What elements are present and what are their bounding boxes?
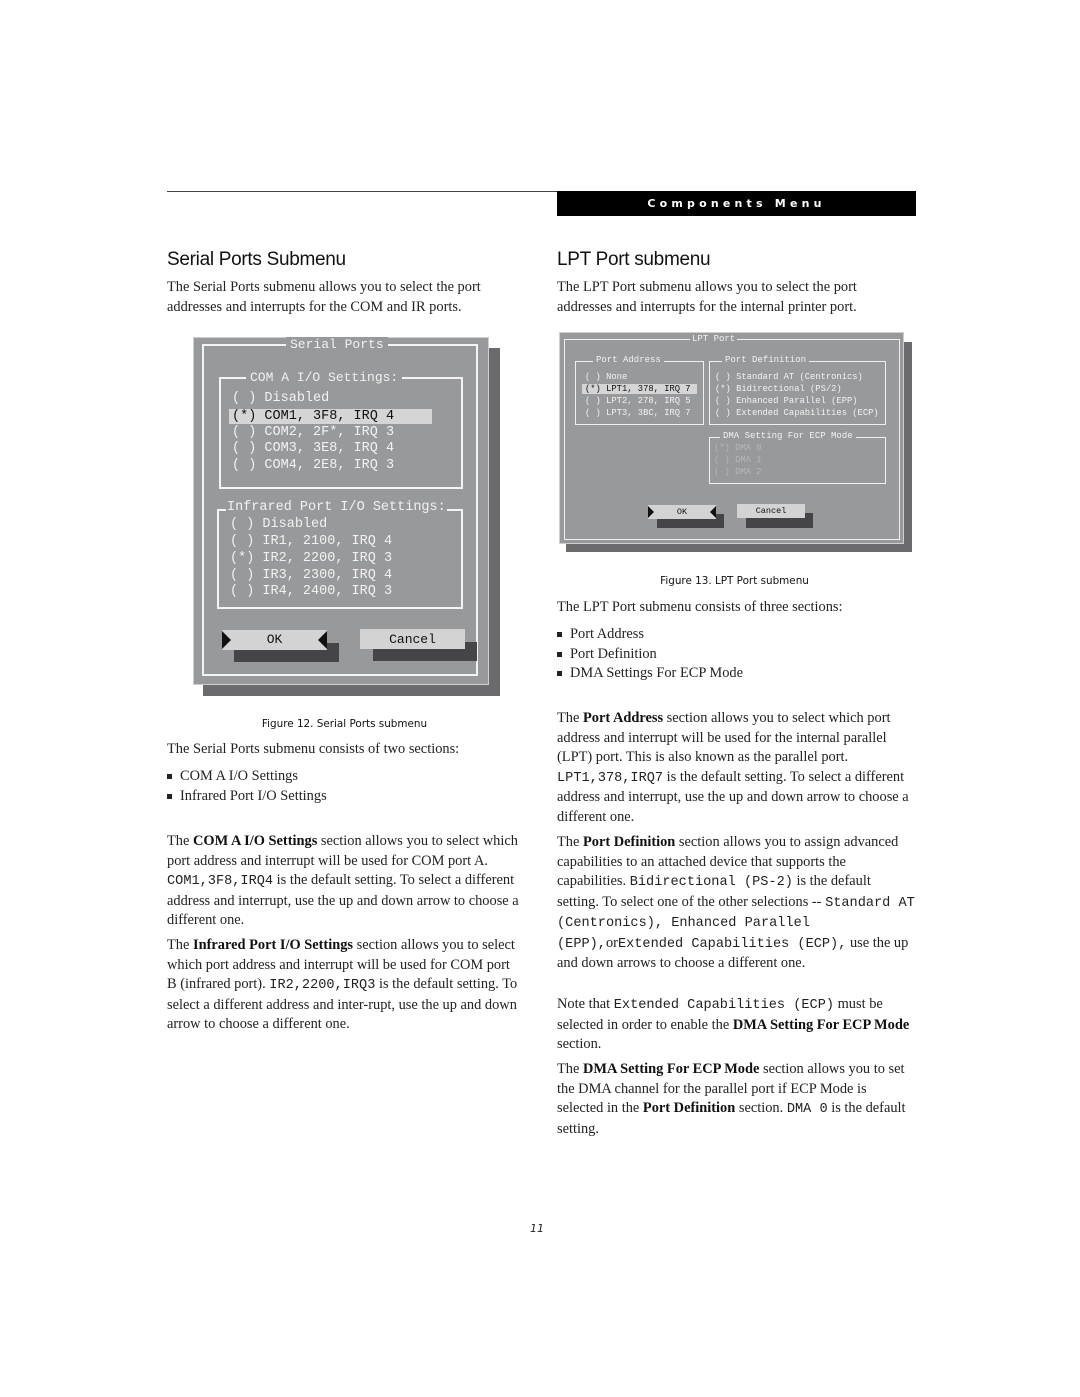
definition-option-ecp[interactable]: ( ) Extended Capabilities (ECP) [715,408,879,418]
header-rule [167,191,557,192]
address-option-none[interactable]: ( ) None [585,372,627,382]
dma-option-2: ( ) DMA 2 [714,467,762,477]
figure-13-caption: Figure 13. LPT Port submenu [660,575,809,587]
com-settings-paragraph: The COM A I/O Settings section allows yo… [167,833,519,928]
port-definition-title: Port Definition [722,355,810,365]
lpt-ok-button[interactable]: OK [648,505,716,519]
ecp-note-paragraph: Note that Extended Capabilities (ECP) mu… [557,996,910,1052]
address-option-lpt3[interactable]: ( ) LPT3, 3BC, IRQ 7 [585,408,691,418]
address-option-lpt1[interactable]: (*) LPT1, 378, IRQ 7 [582,384,697,394]
serial-cancel-button[interactable]: Cancel [360,629,465,649]
serial-sections-intro: The Serial Ports submenu consists of two… [167,741,460,757]
lpt-sections-intro: The LPT Port submenu consists of three s… [557,599,843,615]
list-item: COM A I/O Settings [167,767,522,787]
ir-option-ir2[interactable]: (*) IR2, 2200, IRQ 3 [230,551,392,566]
address-option-lpt2[interactable]: ( ) LPT2, 278, IRQ 5 [585,396,691,406]
caret-right-icon [648,506,654,518]
serial-intro: The Serial Ports submenu allows you to s… [167,279,481,315]
caret-left-icon [710,506,716,518]
caret-right-icon [222,631,231,649]
definition-option-epp[interactable]: ( ) Enhanced Parallel (EPP) [715,396,858,406]
dma-setting-paragraph: The DMA Setting For ECP Mode section all… [557,1061,906,1137]
ir-settings-paragraph: The Infrared Port I/O Settings section a… [167,937,518,1032]
figure-12-caption: Figure 12. Serial Ports submenu [261,718,428,730]
ir-option-ir1[interactable]: ( ) IR1, 2100, IRQ 4 [230,534,392,549]
ir-group-title: Infrared Port I/O Settings: [226,500,447,515]
port-address-paragraph: The Port Address section allows you to s… [557,710,909,825]
lpt-sections-list: Port Address Port Definition DMA Setting… [557,625,912,684]
com-option-com3[interactable]: ( ) COM3, 3E8, IRQ 4 [232,441,394,456]
ir-option-ir4[interactable]: ( ) IR4, 2400, IRQ 3 [230,584,392,599]
dma-group-title: DMA Setting For ECP Mode [720,431,856,441]
com-group-title: COM A I/O Settings: [246,370,403,385]
caret-left-icon [318,631,327,649]
ir-option-ir3[interactable]: ( ) IR3, 2300, IRQ 4 [230,568,392,583]
definition-option-bidirectional[interactable]: (*) Bidirectional (PS/2) [715,384,842,394]
lpt-port-heading: LPT Port submenu [557,249,711,270]
dialog-title: LPT Port [690,334,738,344]
serial-sections-list: COM A I/O Settings Infrared Port I/O Set… [167,767,522,806]
serial-ports-heading: Serial Ports Submenu [167,249,346,270]
dialog-title: Serial Ports [286,337,388,352]
list-item: Port Address [557,625,912,645]
definition-option-standard[interactable]: ( ) Standard AT (Centronics) [715,372,863,382]
com-option-com4[interactable]: ( ) COM4, 2E8, IRQ 3 [232,458,394,473]
com-option-disabled[interactable]: ( ) Disabled [232,391,329,406]
lpt-intro: The LPT Port submenu allows you to selec… [557,279,857,315]
port-definition-paragraph: The Port Definition section allows you t… [557,834,915,971]
section-header: Components Menu [557,191,916,216]
list-item: DMA Settings For ECP Mode [557,664,912,684]
list-item: Infrared Port I/O Settings [167,787,522,807]
lpt-cancel-button[interactable]: Cancel [737,504,805,518]
list-item: Port Definition [557,645,912,665]
page-number: 11 [530,1222,544,1235]
ir-option-disabled[interactable]: ( ) Disabled [230,517,327,532]
serial-ok-button[interactable]: OK [222,630,327,650]
port-address-title: Port Address [593,355,664,365]
com-option-com2[interactable]: ( ) COM2, 2F*, IRQ 3 [232,425,394,440]
dma-option-0: (*) DMA 0 [714,443,762,453]
com-option-com1[interactable]: (*) COM1, 3F8, IRQ 4 [229,409,432,424]
dma-option-1: ( ) DMA 1 [714,455,762,465]
